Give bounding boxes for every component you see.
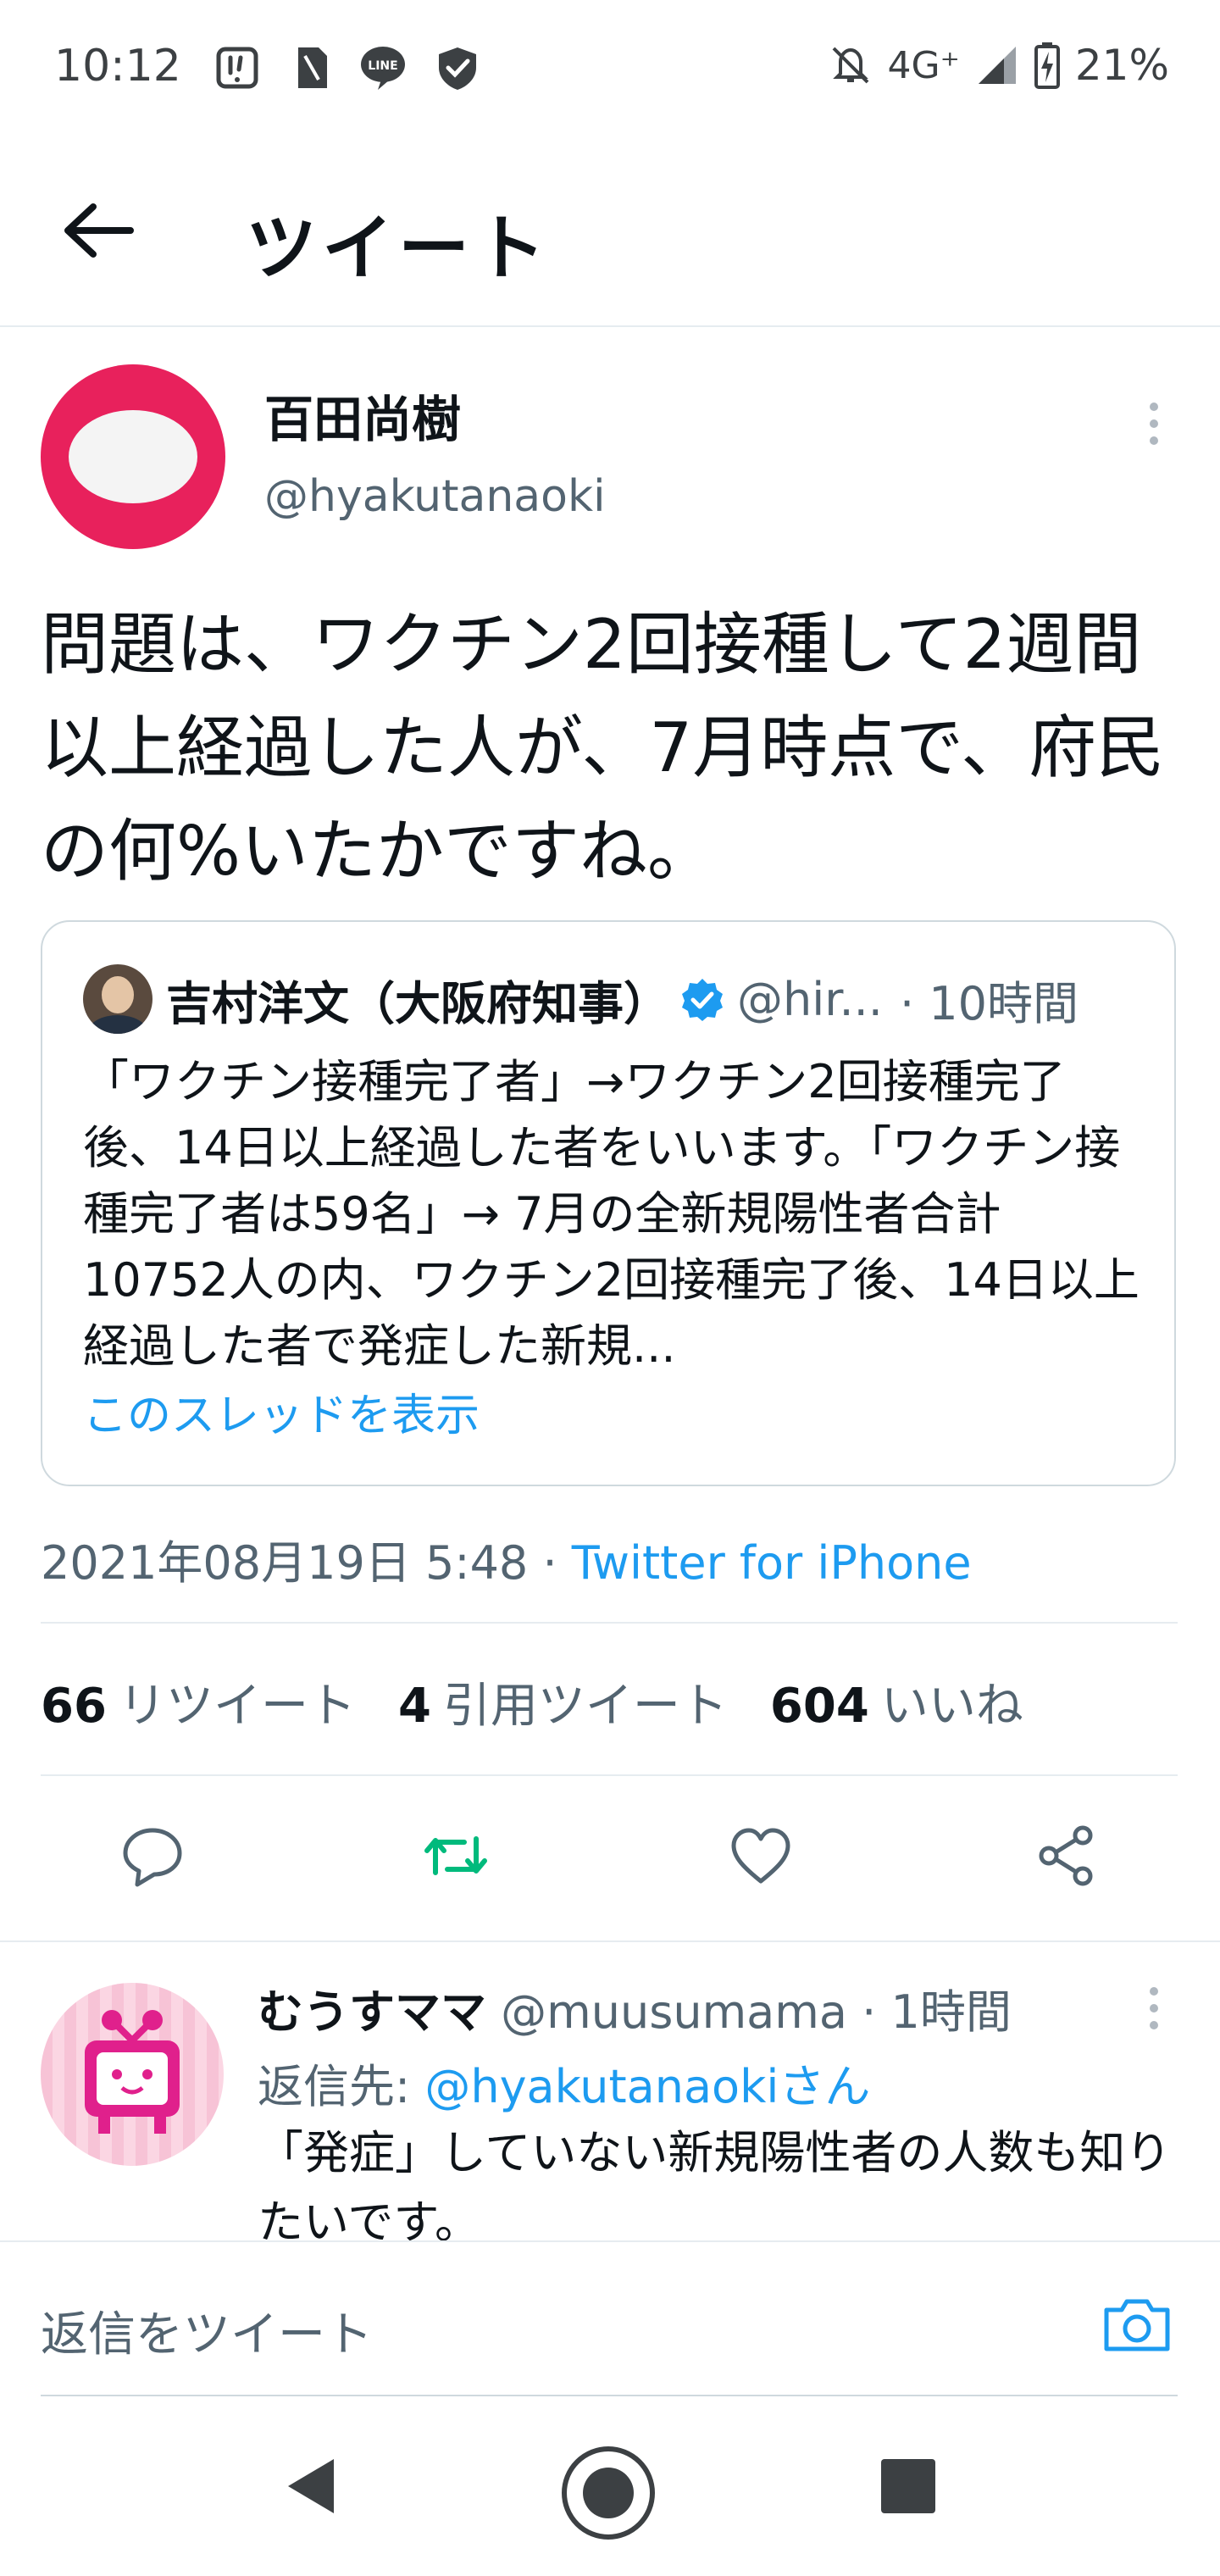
reply-time: · 1時間	[862, 1985, 1012, 2039]
quoted-tweet[interactable]: 吉村洋文（大阪府知事） @hir... · 10時間 「ワクチン接種完了者」→ワ…	[41, 920, 1176, 1486]
meta-separator: ·	[528, 1536, 572, 1590]
arrow-left-icon[interactable]	[59, 197, 136, 264]
quoted-author-avatar	[83, 964, 152, 1034]
reply-icon[interactable]	[119, 1822, 186, 1890]
tweet-stats: 66 リツイート 4 引用ツイート 604 いいね	[41, 1668, 1023, 1736]
tweet-text: 問題は、ワクチン2回接種して2週間以上経過した人が、7月時点で、府民の何%いたか…	[41, 605, 1165, 891]
divider	[0, 1940, 1220, 1942]
reply-input[interactable]: 返信をツイート	[41, 2296, 373, 2365]
author-name[interactable]: 百田尚樹	[264, 380, 461, 451]
retweet-icon[interactable]	[422, 1822, 490, 1890]
quoted-text: 「ワクチン接種完了者」→ワクチン2回接種完了後、14日以上経過した者をいいます。…	[83, 1055, 1140, 1373]
quoted-author-handle: @hir...	[737, 973, 883, 1026]
battery-level: 21%	[1074, 41, 1169, 90]
quote-count-stat[interactable]: 4 引用ツイート	[398, 1668, 728, 1736]
retweet-count-stat[interactable]: 66 リツイート	[41, 1668, 356, 1736]
battery-charging-icon	[1034, 42, 1060, 89]
line-app-icon: LINE	[361, 47, 405, 90]
status-right: 4G⁺ 21%	[829, 41, 1169, 90]
status-time: 10:12	[54, 41, 181, 92]
shield-check-icon	[439, 47, 476, 90]
tweet-client[interactable]: Twitter for iPhone	[572, 1536, 972, 1590]
like-count-stat[interactable]: 604 いいね	[770, 1668, 1023, 1736]
quoted-time: · 10時間	[899, 977, 1079, 1030]
system-nav-bar	[0, 2410, 1220, 2576]
show-thread-link[interactable]: このスレッドを表示	[83, 1380, 480, 1443]
more-options-icon[interactable]	[1144, 398, 1164, 449]
signal-icon	[978, 47, 1016, 84]
share-icon[interactable]	[1032, 1822, 1100, 1890]
reply-author-name[interactable]: むうすママ	[258, 1985, 486, 2039]
svg-text:LINE: LINE	[368, 59, 397, 73]
camera-icon[interactable]	[1101, 2293, 1173, 2354]
tweet-meta: 2021年08月19日 5:48 · Twitter for iPhone	[41, 1525, 972, 1592]
input-underline	[41, 2395, 1178, 2396]
app-header: ツイート	[0, 136, 1220, 327]
nav-recents-icon[interactable]	[874, 2452, 942, 2520]
divider	[41, 1774, 1178, 1776]
reply-to: 返信先: @hyakutanaokiさん	[258, 2049, 870, 2116]
reply-to-handle[interactable]: @hyakutanaokiさん	[424, 2060, 870, 2113]
network-type: 4G⁺	[887, 43, 960, 87]
verified-badge-icon	[682, 978, 723, 1021]
author-avatar[interactable]	[41, 364, 225, 549]
more-options-icon[interactable]	[1144, 1983, 1164, 2034]
page-title: ツイート	[246, 207, 552, 290]
nav-back-icon[interactable]	[281, 2452, 341, 2520]
mute-bell-icon	[832, 47, 868, 84]
tv-character-icon	[85, 2010, 180, 2134]
divider	[41, 1622, 1178, 1624]
reply-header: むうすママ @muusumama · 1時間	[258, 1974, 1012, 2041]
reply-text: 「発症」していない新規陽性者の人数も知りたいです。	[258, 2126, 1172, 2249]
sim-icon	[298, 47, 327, 88]
like-icon[interactable]	[727, 1822, 795, 1890]
status-bar: 10:12 LINE 4G⁺ 21%	[0, 0, 1220, 136]
quoted-header: 吉村洋文（大阪府知事） @hir... · 10時間	[166, 966, 1157, 1033]
reply-author-handle[interactable]: @muusumama	[501, 1985, 847, 2039]
quoted-author-name: 吉村洋文（大阪府知事）	[166, 977, 669, 1030]
tweet-timestamp: 2021年08月19日 5:48	[41, 1536, 529, 1590]
author-handle[interactable]: @hyakutanaoki	[264, 471, 606, 522]
notification-icon	[216, 47, 258, 89]
reply-author-avatar[interactable]	[41, 1983, 224, 2166]
reply-to-label: 返信先:	[258, 2060, 425, 2113]
reply-compose-bar: 返信をツイート	[0, 2240, 1220, 2408]
nav-home-icon[interactable]	[559, 2444, 657, 2542]
